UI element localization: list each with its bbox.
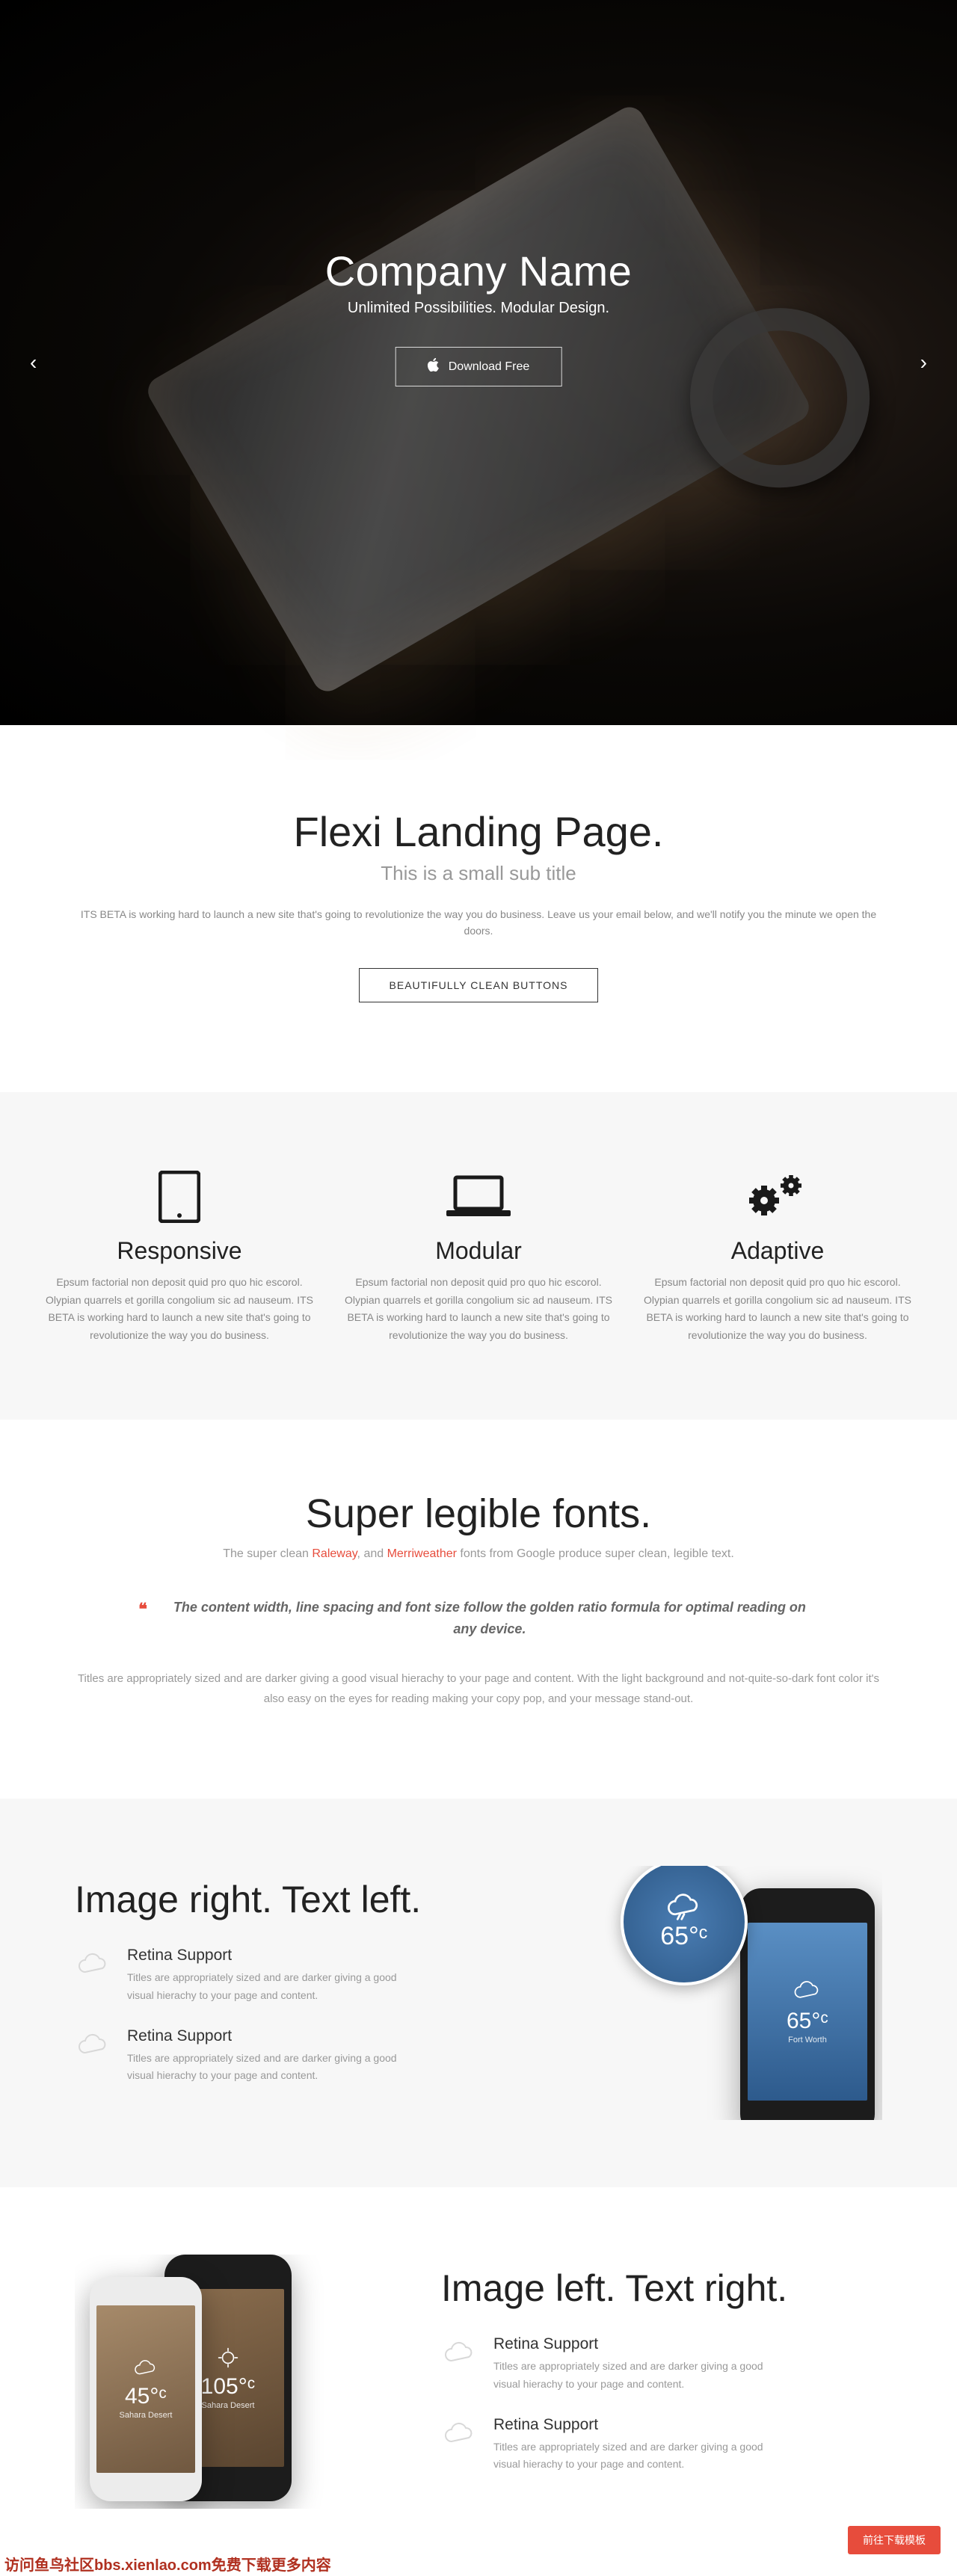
fonts-section: Super legible fonts. The super clean Ral…: [30, 1420, 927, 1799]
fonts-lead: The super clean Raleway, and Merriweathe…: [75, 1547, 882, 1561]
split-item: Retina Support Titles are appropriately …: [441, 2416, 882, 2474]
fonts-title: Super legible fonts.: [75, 1491, 882, 1537]
feature-adaptive: Adaptive Epsum factorial non deposit qui…: [643, 1167, 912, 1345]
corner-watermark: 访问鱼鸟社区bbs.xienlao.com免费下载更多内容: [0, 2551, 336, 2576]
gears-icon: [643, 1167, 912, 1227]
quote-icon: ❝: [138, 1597, 147, 1640]
laptop-icon: [344, 1167, 613, 1227]
cloud-icon: [441, 2416, 478, 2453]
fonts-quote: The content width, line spacing and font…: [161, 1597, 819, 1640]
split-item-title: Retina Support: [493, 2335, 793, 2353]
split1-title: Image right. Text left.: [75, 1878, 516, 1921]
phone-mockup-left: 105°ᶜ Sahara Desert 45°ᶜ Sahara Desert: [75, 2255, 396, 2509]
feature-modular: Modular Epsum factorial non deposit quid…: [344, 1167, 613, 1345]
feature-text: Epsum factorial non deposit quid pro quo…: [344, 1274, 613, 1345]
tablet-icon: [45, 1167, 314, 1227]
feature-text: Epsum factorial non deposit quid pro quo…: [45, 1274, 314, 1345]
merriweather-link[interactable]: Merriweather: [387, 1547, 457, 1560]
split-item: Retina Support Titles are appropriately …: [75, 1947, 516, 2005]
download-free-button[interactable]: Download Free: [396, 347, 562, 386]
feature-title: Modular: [344, 1237, 613, 1265]
hero-title: Company Name: [325, 247, 633, 295]
split-item: Retina Support Titles are appropriately …: [75, 2027, 516, 2086]
weather-badge: 65°ᶜ: [621, 1866, 748, 1985]
download-free-label: Download Free: [449, 360, 530, 374]
feature-text: Epsum factorial non deposit quid pro quo…: [643, 1274, 912, 1345]
carousel-next[interactable]: ›: [920, 351, 927, 375]
fonts-body: Titles are appropriately sized and are d…: [75, 1668, 882, 1709]
split-item: Retina Support Titles are appropriately …: [441, 2335, 882, 2394]
split-item-title: Retina Support: [127, 1947, 426, 1965]
feature-title: Adaptive: [643, 1237, 912, 1265]
feature-responsive: Responsive Epsum factorial non deposit q…: [45, 1167, 314, 1345]
intro-subtitle: This is a small sub title: [75, 862, 882, 885]
cloud-icon: [75, 2027, 112, 2065]
split-image-right: Image right. Text left. Retina Support T…: [0, 1799, 957, 2187]
apple-icon: [428, 358, 440, 375]
hero-device-mockup: [143, 102, 814, 697]
phone-mockup-right: 65°ᶜ Fort Worth 65°ᶜ: [561, 1866, 882, 2120]
hero-subtitle: Unlimited Possibilities. Modular Design.: [325, 300, 633, 317]
carousel-prev[interactable]: ‹: [30, 351, 37, 375]
split-item-text: Titles are appropriately sized and are d…: [127, 2050, 426, 2086]
split-item-title: Retina Support: [127, 2027, 426, 2045]
feature-title: Responsive: [45, 1237, 314, 1265]
split-item-text: Titles are appropriately sized and are d…: [493, 2358, 793, 2394]
split-item-title: Retina Support: [493, 2416, 793, 2434]
raleway-link[interactable]: Raleway: [312, 1547, 357, 1560]
split-image-left: Image left. Text right. Retina Support T…: [0, 2187, 957, 2576]
intro-section: Flexi Landing Page. This is a small sub …: [30, 725, 927, 1092]
cloud-icon: [75, 1947, 112, 1984]
features-section: Responsive Epsum factorial non deposit q…: [0, 1092, 957, 1420]
download-template-button[interactable]: 前往下载模板: [848, 2526, 941, 2554]
clean-buttons-button[interactable]: BEAUTIFULLY CLEAN BUTTONS: [359, 968, 599, 1002]
split2-title: Image left. Text right.: [441, 2267, 882, 2310]
intro-description: ITS BETA is working hard to launch a new…: [75, 906, 882, 940]
split-item-text: Titles are appropriately sized and are d…: [127, 1969, 426, 2005]
hero-section: ‹ › Company Name Unlimited Possibilities…: [0, 0, 957, 725]
intro-title: Flexi Landing Page.: [75, 807, 882, 856]
split-item-text: Titles are appropriately sized and are d…: [493, 2438, 793, 2474]
cloud-icon: [441, 2335, 478, 2373]
